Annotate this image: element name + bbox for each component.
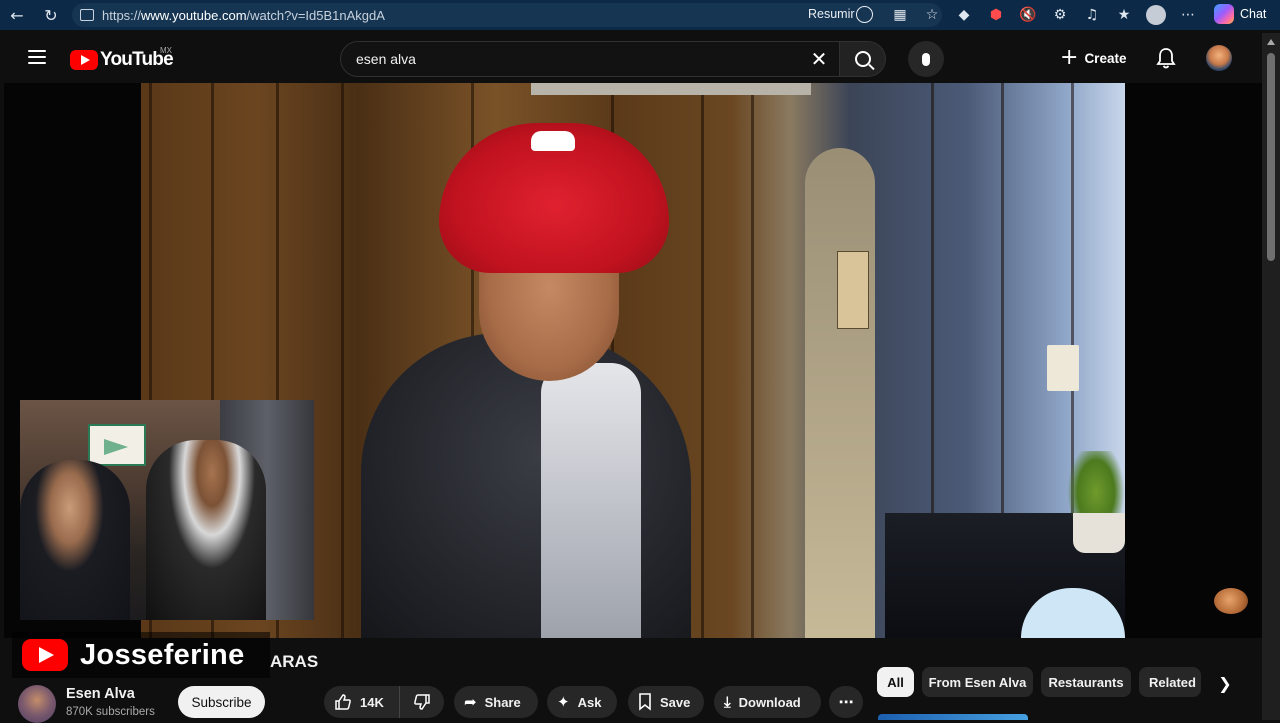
split-screen-icon[interactable]: ▦ <box>884 0 916 30</box>
page-scrollbar[interactable] <box>1262 33 1280 720</box>
thumbs-up-icon <box>335 694 351 710</box>
extension-red-icon[interactable]: ⬢ <box>980 0 1012 30</box>
create-label: Create <box>1084 50 1127 66</box>
channel-avatar[interactable] <box>18 685 56 723</box>
streamer-webcam-overlay <box>20 400 314 620</box>
back-icon[interactable]: ← <box>0 0 34 30</box>
share-button[interactable]: ➦ Share <box>454 686 538 718</box>
chip-all[interactable]: All <box>877 667 914 697</box>
related-video-thumbnail[interactable] <box>878 714 1028 720</box>
youtube-logo[interactable]: YouTube <box>70 49 174 71</box>
search-query: esen alva <box>356 51 416 67</box>
like-button[interactable]: 14K <box>324 686 400 718</box>
ask-button[interactable]: ✦ Ask <box>547 686 617 718</box>
search-button[interactable] <box>840 41 886 77</box>
lock-icon <box>80 9 94 21</box>
chat-label: Chat <box>1240 7 1267 21</box>
channel-name[interactable]: Esen Alva <box>66 686 135 702</box>
exit-sign <box>88 424 146 466</box>
region-code: MX <box>160 46 172 55</box>
scrollbar-thumb[interactable] <box>1267 53 1275 261</box>
copilot-chat-button[interactable]: Chat <box>1214 4 1266 24</box>
chip-related[interactable]: Related <box>1139 667 1201 697</box>
chip-from-esen-alva[interactable]: From Esen Alva <box>922 667 1033 697</box>
sparkle-icon: ✦ <box>557 693 570 711</box>
wanted-poster <box>837 251 869 329</box>
subscribe-button[interactable]: Subscribe <box>178 686 265 718</box>
ask-label: Ask <box>577 694 602 710</box>
chip-restaurants[interactable]: Restaurants <box>1041 667 1131 697</box>
scroll-up-arrow-icon[interactable] <box>1267 39 1275 45</box>
download-icon: ⤓ <box>724 693 731 711</box>
notifications-bell-icon[interactable] <box>1156 47 1176 69</box>
url-text: https://www.youtube.com/watch?v=Id5B1nAk… <box>102 7 385 23</box>
browser-action-icons: ▦ ☆ ◆ ⬢ 🔇 ⚙ ♫ ★ ⋯ <box>884 0 1204 30</box>
like-count: 14K <box>360 694 384 710</box>
mute-icon[interactable]: 🔇 <box>1012 0 1044 30</box>
download-label: Download <box>738 694 801 710</box>
download-button[interactable]: ⤓ Download <box>714 686 821 718</box>
collections-icon[interactable]: ♫ <box>1076 0 1108 30</box>
extension-icon[interactable]: ◆ <box>948 0 980 30</box>
youtube-play-icon <box>70 50 98 70</box>
dislike-button[interactable] <box>400 693 444 711</box>
more-horizontal-icon: ⋯ <box>838 693 854 711</box>
menu-icon[interactable] <box>28 50 46 64</box>
youtube-logo-icon <box>22 639 68 671</box>
voice-search-button[interactable] <box>908 41 944 77</box>
account-avatar[interactable] <box>1206 45 1232 71</box>
emoji-sticker <box>1214 588 1248 614</box>
search-input[interactable]: esen alva <box>340 41 840 77</box>
profile-icon[interactable] <box>1140 0 1172 30</box>
chevron-right-icon[interactable]: ❯ <box>1212 672 1238 696</box>
channel-watermark: Josseferine <box>12 632 270 678</box>
create-button[interactable]: + Create <box>1060 46 1126 70</box>
share-label: Share <box>484 694 521 710</box>
more-actions-button[interactable]: ⋯ <box>829 686 863 718</box>
clear-search-icon[interactable]: ✕ <box>808 48 830 70</box>
bookmark-icon <box>639 693 651 711</box>
resumir-button[interactable]: Resumir <box>808 7 855 21</box>
thumbs-down-icon <box>414 694 430 710</box>
subscriber-count: 870K subscribers <box>66 706 155 718</box>
like-dislike-group: 14K <box>324 686 444 718</box>
save-label: Save <box>660 694 691 710</box>
watermark-text: Josseferine <box>80 638 245 671</box>
favorites-icon[interactable]: ★ <box>1108 0 1140 30</box>
share-icon: ➦ <box>464 693 477 711</box>
search-icon <box>854 51 871 67</box>
light-switch <box>1047 345 1079 391</box>
plus-icon: + <box>1060 45 1079 70</box>
browser-toolbar: ← ↻ https://www.youtube.com/watch?v=Id5B… <box>0 0 1280 30</box>
microphone-icon <box>922 52 930 66</box>
save-button[interactable]: Save <box>628 686 704 718</box>
youtube-masthead: YouTube MX esen alva ✕ + Create <box>0 33 1262 83</box>
more-icon[interactable]: ⋯ <box>1172 0 1204 30</box>
favorite-star-icon[interactable]: ☆ <box>916 0 948 30</box>
puzzle-icon[interactable]: ⚙ <box>1044 0 1076 30</box>
refresh-icon[interactable]: ↻ <box>34 0 68 30</box>
video-title: ARAS <box>270 652 319 671</box>
resumir-icon[interactable] <box>856 6 873 23</box>
copilot-icon <box>1214 4 1234 24</box>
